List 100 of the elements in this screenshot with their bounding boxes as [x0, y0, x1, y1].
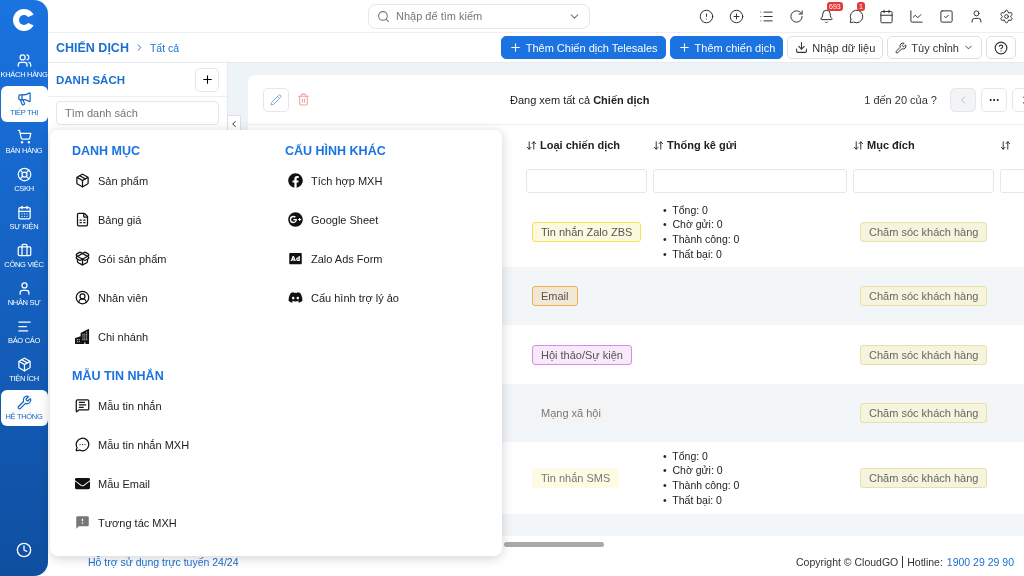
checkbox-icon[interactable] [939, 8, 954, 24]
scrollbar[interactable] [504, 542, 604, 547]
purpose-tag: Chăm sóc khách hàng [860, 403, 988, 423]
menu-item[interactable]: Cấu hình trợ lý ảo [285, 278, 502, 317]
list-title: DANH SÁCH [56, 73, 125, 86]
campaign-type-tag: Hội thảo/Sự kiện [532, 344, 632, 365]
breadcrumb-link[interactable]: Tất cả [149, 41, 180, 54]
person-icon [16, 281, 32, 296]
search-icon [377, 9, 390, 23]
pagination-label: 1 đến 20 của ? [864, 93, 937, 106]
menu-section-title: MẪU TIN NHẮN [72, 369, 165, 385]
column-header[interactable]: Mục đích [853, 125, 1000, 165]
buildings-icon [75, 329, 90, 344]
page-title: CHIẾN DỊCH [56, 40, 129, 55]
megaphone-icon [16, 91, 32, 106]
menu-item[interactable]: Tích hợp MXH [285, 161, 502, 200]
purpose-tag: Chăm sóc khách hàng [860, 344, 988, 365]
menu-item[interactable]: Google Sheet [285, 200, 502, 239]
box-icon [75, 173, 90, 188]
message-icon [75, 398, 90, 413]
user-circle-icon [75, 290, 90, 305]
filter-field[interactable] [853, 169, 994, 193]
send-stats: • Tổng: 0 • Chờ gửi: 0 • Thành công: 0 • Thất bại: 0 [662, 448, 741, 508]
sort-icon [526, 139, 537, 151]
menu-item[interactable]: Mẫu tin nhắn MXH [72, 425, 285, 464]
logo-icon [12, 8, 36, 32]
menu-section-title: CẤU HÌNH KHÁC [285, 144, 387, 160]
refresh-icon[interactable] [789, 8, 804, 24]
settings-icon[interactable] [999, 8, 1014, 24]
plus-icon [200, 73, 214, 86]
column-header[interactable]: Thống kê gửi [653, 125, 853, 165]
filter-field[interactable] [653, 169, 847, 193]
list-search-field[interactable]: Tìm danh sách [56, 101, 219, 125]
menu-item[interactable]: Sản phẩm [72, 161, 285, 200]
purpose-tag: Chăm sóc khách hàng [860, 222, 988, 242]
support-link[interactable]: Hỗ trợ sử dụng trực tuyến 24/24 [88, 556, 239, 568]
sheet-icon [75, 212, 90, 227]
help-button[interactable] [986, 36, 1016, 59]
add-icon[interactable] [729, 8, 744, 24]
chat-icon[interactable] [849, 8, 864, 24]
pencil-icon [270, 93, 282, 106]
add-button[interactable]: Thêm Chiến dịch Telesales [500, 36, 666, 59]
open-box-icon [75, 251, 90, 266]
send-stats: • Tổng: 0 • Chờ gửi: 0 • Thành công: 0 • Thất bại: 0 [662, 202, 741, 262]
menu-item[interactable]: Mẫu Email [72, 464, 285, 503]
lifebuoy-icon [16, 167, 32, 182]
chat-bubble-icon [75, 437, 90, 452]
hotline-link[interactable]: 1900 29 29 90 [946, 556, 1014, 568]
filter-field[interactable] [526, 169, 647, 193]
hotline-label: Hotline: [902, 556, 943, 568]
download-icon [795, 41, 809, 54]
plus-icon [508, 41, 522, 54]
cart-icon [16, 129, 32, 144]
briefcase-icon [16, 243, 32, 258]
search-field[interactable]: Nhập để tìm kiếm [368, 3, 590, 29]
discord-icon [288, 290, 303, 305]
report-icon [16, 319, 32, 334]
google-plus-icon [288, 212, 303, 227]
menu-section-title: DANH MỤC [72, 144, 142, 160]
user-icon[interactable] [969, 8, 984, 24]
wrench-icon [16, 395, 32, 410]
menu-item[interactable]: Zalo Ads Form [285, 239, 502, 278]
menu-item[interactable]: Bảng giá [72, 200, 285, 239]
ad-icon [288, 251, 303, 266]
menu-item[interactable]: Chi nhánh [72, 317, 285, 356]
copyright-text: Copyright © CloudGO [795, 556, 899, 568]
clock-icon[interactable] [16, 542, 32, 558]
menu-item[interactable]: Mẫu tin nhắn [72, 386, 285, 425]
campaign-type-tag: Email [532, 286, 578, 306]
campaign-type-tag: Mạng xã hội [532, 403, 610, 423]
sort-icon [653, 139, 664, 151]
calendar-icon [16, 205, 32, 220]
chevron-icon [229, 119, 239, 129]
sort-icon [853, 139, 864, 151]
bell-icon[interactable] [819, 8, 834, 24]
menu-item[interactable]: Gói sản phẩm [72, 239, 285, 278]
customize-button[interactable]: Tùy chỉnh [887, 36, 982, 59]
help-icon [994, 40, 1008, 55]
package-icon [16, 357, 32, 372]
chart-icon[interactable] [909, 8, 924, 24]
wrench-icon [895, 41, 908, 54]
purpose-tag: Chăm sóc khách hàng [860, 286, 988, 306]
menu-item[interactable]: Tương tác MXH [72, 503, 285, 542]
campaign-type-tag: Tin nhắn Zalo ZBS [532, 222, 642, 242]
viewing-label: Đang xem tất cả Chiến dịch [510, 93, 650, 106]
sort-icon[interactable] [1000, 139, 1011, 151]
envelope-icon [75, 476, 90, 491]
purpose-tag: Chăm sóc khách hàng [860, 468, 988, 488]
facebook-icon [288, 173, 303, 188]
column-header[interactable]: Loại chiến dịch [526, 125, 653, 165]
campaign-type-tag: Tin nhắn SMS [532, 468, 620, 488]
calendar-icon[interactable] [879, 8, 894, 24]
menu-item[interactable]: Nhân viên [72, 278, 285, 317]
alert-icon[interactable] [699, 8, 714, 24]
import-button[interactable]: Nhập dữ liệu [787, 36, 884, 59]
list-icon[interactable] [759, 8, 774, 24]
feedback-icon [75, 515, 90, 530]
plus-icon [677, 41, 691, 54]
add-button[interactable]: Thêm chiến dịch [669, 36, 784, 59]
add-list-button[interactable] [195, 67, 219, 92]
